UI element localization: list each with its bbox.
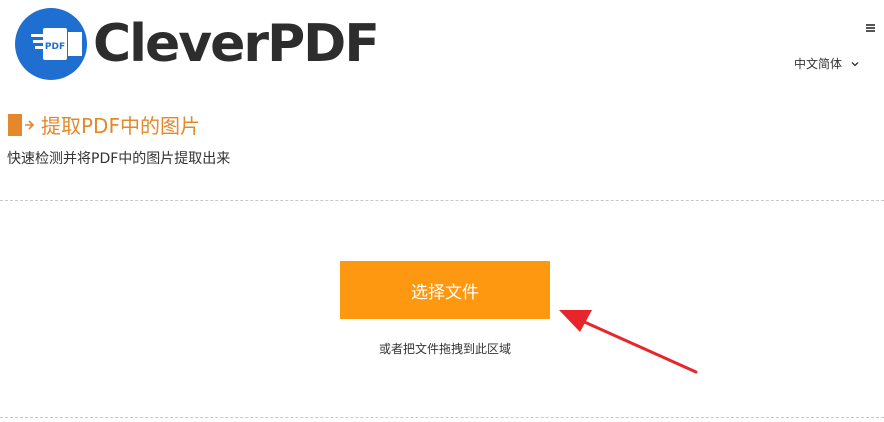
cleverpdf-logo-icon: PDF	[15, 8, 87, 80]
choose-file-button[interactable]: 选择文件	[340, 261, 550, 319]
extract-file-icon	[8, 114, 35, 136]
logo-mark-text: PDF	[45, 42, 65, 52]
language-label: 中文简体	[793, 57, 842, 71]
brand-logo[interactable]: PDF CleverPDF	[13, 6, 380, 82]
chevron-down-icon	[851, 61, 859, 66]
page-title: 提取PDF中的图片	[41, 114, 200, 138]
page-subtitle: 快速检测并将PDF中的图片提取出来	[7, 151, 231, 167]
language-selector[interactable]: 中文简体	[794, 55, 860, 72]
tool-header: 提取PDF中的图片	[7, 112, 200, 140]
annotation-arrow-icon	[559, 310, 698, 374]
page: PDF CleverPDF 中文简体 提取PDF中的图片 快速检测并将PDF中的…	[0, 0, 884, 422]
divider-top	[0, 200, 884, 201]
brand-name: CleverPDF	[93, 14, 380, 74]
hamburger-icon[interactable]	[866, 24, 875, 32]
drop-zone-hint: 或者把文件拖拽到此区域	[378, 342, 511, 356]
divider-bottom	[0, 417, 884, 418]
